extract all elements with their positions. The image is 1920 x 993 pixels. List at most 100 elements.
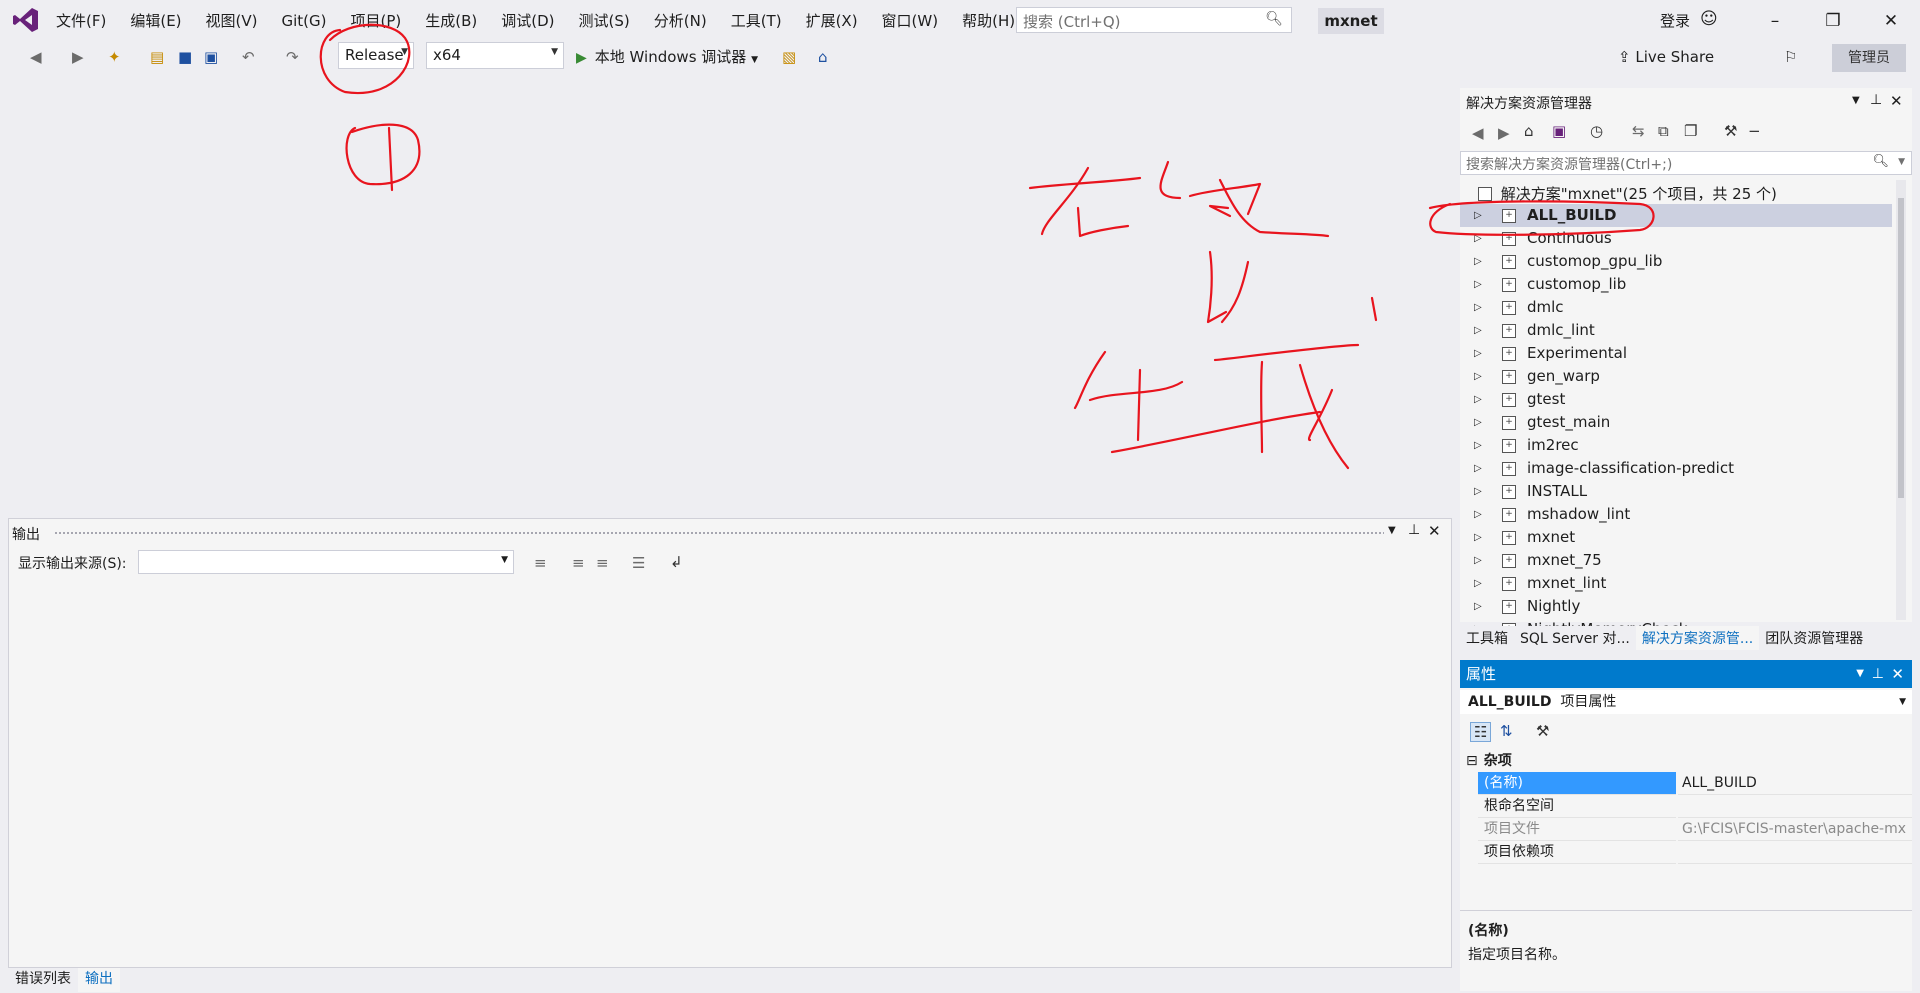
alphabetical-icon[interactable]: ⇅	[1500, 722, 1513, 740]
tree-item[interactable]: ▷ + dmlc_lint	[1460, 319, 1892, 342]
tree-item[interactable]: ▷ + gtest	[1460, 388, 1892, 411]
pin-icon[interactable]: ⊥	[1408, 522, 1420, 538]
categorized-icon[interactable]: ☷	[1470, 722, 1492, 742]
expand-arrow-icon[interactable]: ▷	[1474, 434, 1482, 457]
forward-icon[interactable]: ▶	[72, 48, 84, 66]
expand-arrow-icon[interactable]: ▷	[1474, 526, 1482, 549]
expand-arrow-icon[interactable]: ▷	[1474, 204, 1482, 227]
property-value[interactable]	[1678, 841, 1912, 864]
find-message-icon[interactable]: ≡	[534, 554, 547, 572]
tree-item[interactable]: ▷ + customop_gpu_lib	[1460, 250, 1892, 273]
expand-arrow-icon[interactable]: ▷	[1474, 227, 1482, 250]
undo-icon[interactable]: ↶	[242, 48, 255, 66]
feedback-icon[interactable]: ⚐	[1784, 48, 1797, 66]
sync-icon[interactable]: ⇆	[1632, 122, 1645, 140]
tab-sql-server[interactable]: SQL Server 对...	[1514, 626, 1636, 650]
expand-arrow-icon[interactable]: ▷	[1474, 549, 1482, 572]
menu-build[interactable]: 生成(B)	[413, 10, 489, 32]
save-icon[interactable]: ■	[178, 48, 192, 66]
configuration-select[interactable]: Release ▼	[338, 42, 414, 69]
clear-all-icon[interactable]: ☰	[632, 554, 645, 572]
solution-root-node[interactable]: 解决方案"mxnet"(25 个项目，共 25 个)	[1478, 183, 1777, 204]
redo-icon[interactable]: ↷	[286, 48, 299, 66]
menu-debug[interactable]: 调试(D)	[489, 10, 566, 32]
expand-arrow-icon[interactable]: ▷	[1474, 250, 1482, 273]
menu-project[interactable]: 项目(P)	[339, 10, 414, 32]
solution-search-input[interactable]: 搜索解决方案资源管理器(Ctrl+;) 🔍︎ ▼	[1460, 151, 1912, 175]
preview-icon[interactable]: −	[1748, 122, 1761, 140]
new-project-icon[interactable]: ✦	[108, 48, 121, 66]
tab-solution-explorer[interactable]: 解决方案资源管...	[1635, 626, 1760, 650]
collapse-all-icon[interactable]: ⧉	[1658, 122, 1669, 140]
tree-item[interactable]: ▷ + Experimental	[1460, 342, 1892, 365]
expand-arrow-icon[interactable]: ▷	[1474, 572, 1482, 595]
output-source-select[interactable]: ▼	[138, 550, 514, 574]
tree-item[interactable]: ▷ + INSTALL	[1460, 480, 1892, 503]
menu-git[interactable]: Git(G)	[270, 10, 339, 32]
tree-item[interactable]: ▷ + Continuous	[1460, 227, 1892, 250]
platform-select[interactable]: x64 ▼	[426, 42, 564, 69]
chevron-down-icon[interactable]: ▼	[1856, 660, 1864, 688]
show-all-files-icon[interactable]: ❐	[1684, 122, 1697, 140]
menu-window[interactable]: 窗口(W)	[870, 10, 951, 32]
prev-message-icon[interactable]: ≡	[572, 554, 585, 572]
word-wrap-icon[interactable]: ↲	[670, 553, 683, 571]
property-value[interactable]	[1678, 795, 1912, 818]
close-icon[interactable]: ✕	[1891, 660, 1904, 688]
chevron-down-icon[interactable]: ▼	[1852, 95, 1860, 106]
menu-analyze[interactable]: 分析(N)	[642, 10, 719, 32]
menu-edit[interactable]: 编辑(E)	[118, 10, 193, 32]
back-icon[interactable]: ◀	[30, 48, 42, 66]
expand-arrow-icon[interactable]: ▷	[1474, 618, 1482, 626]
expand-arrow-icon[interactable]: ▷	[1474, 319, 1482, 342]
menu-test[interactable]: 测试(S)	[567, 10, 642, 32]
expand-arrow-icon[interactable]: ▷	[1474, 273, 1482, 296]
tree-item[interactable]: ▷ + dmlc	[1460, 296, 1892, 319]
expand-arrow-icon[interactable]: ▷	[1474, 457, 1482, 480]
tree-scrollbar[interactable]	[1896, 180, 1906, 620]
expand-arrow-icon[interactable]: ▷	[1474, 480, 1482, 503]
expand-arrow-icon[interactable]: ▷	[1474, 342, 1482, 365]
user-add-icon[interactable]: ☺	[1700, 9, 1718, 29]
browse-icon[interactable]: ▧	[782, 48, 796, 66]
close-button[interactable]: ✕	[1868, 6, 1914, 36]
home-icon[interactable]: ⌂	[1524, 122, 1534, 140]
tree-item[interactable]: ▷ + im2rec	[1460, 434, 1892, 457]
expand-arrow-icon[interactable]: ▷	[1474, 503, 1482, 526]
history-icon[interactable]: ◷	[1590, 122, 1603, 140]
save-all-icon[interactable]: ▣	[204, 48, 218, 66]
close-icon[interactable]: ✕	[1428, 522, 1441, 540]
properties-wrench-icon[interactable]: ⚒	[1724, 122, 1737, 140]
login-link[interactable]: 登录	[1660, 10, 1690, 31]
expand-arrow-icon[interactable]: ▷	[1474, 595, 1482, 618]
tab-error-list[interactable]: 错误列表	[8, 968, 78, 992]
pin-icon[interactable]: ⊥	[1872, 660, 1884, 688]
property-value[interactable]: ALL_BUILD	[1678, 772, 1912, 795]
property-row-project-file[interactable]: 项目文件 G:\FCIS\FCIS-master\apache-mx	[1478, 818, 1912, 841]
restore-button[interactable]: ❐	[1810, 6, 1856, 36]
properties-object-select[interactable]: ALL_BUILD 项目属性 ▼	[1460, 690, 1912, 714]
tab-toolbox[interactable]: 工具箱	[1460, 626, 1514, 650]
collapse-icon[interactable]: ⊟	[1466, 753, 1478, 769]
expand-arrow-icon[interactable]: ▷	[1474, 388, 1482, 411]
tree-item-all-build[interactable]: ▷ + ALL_BUILD	[1460, 204, 1892, 227]
tree-item[interactable]: ▷ + mxnet_lint	[1460, 572, 1892, 595]
property-pages-icon[interactable]: ⚒	[1536, 722, 1549, 740]
property-row-name[interactable]: (名称) ALL_BUILD	[1478, 772, 1912, 795]
tree-item[interactable]: ▷ + mxnet_75	[1460, 549, 1892, 572]
tab-output[interactable]: 输出	[78, 968, 120, 992]
menu-view[interactable]: 视图(V)	[194, 10, 270, 32]
tree-item[interactable]: ▷ + image-classification-predict	[1460, 457, 1892, 480]
start-debugging-button[interactable]: ▶ 本地 Windows 调试器 ▼	[576, 46, 758, 67]
open-folder-icon[interactable]: ▤	[150, 48, 164, 66]
scrollbar-thumb[interactable]	[1898, 198, 1904, 498]
tree-item[interactable]: ▷ + customop_lib	[1460, 273, 1892, 296]
forward-icon[interactable]: ▶	[1498, 124, 1510, 142]
tree-item[interactable]: ▷+NightlyMemoryCheck	[1460, 618, 1892, 626]
close-icon[interactable]: ✕	[1890, 92, 1903, 110]
tree-item[interactable]: ▷ + mxnet	[1460, 526, 1892, 549]
expand-arrow-icon[interactable]: ▷	[1474, 411, 1482, 434]
search-input[interactable]: 搜索 (Ctrl+Q) 🔍︎	[1016, 7, 1292, 33]
tree-item[interactable]: ▷ + Nightly	[1460, 595, 1892, 618]
menu-extensions[interactable]: 扩展(X)	[794, 10, 870, 32]
